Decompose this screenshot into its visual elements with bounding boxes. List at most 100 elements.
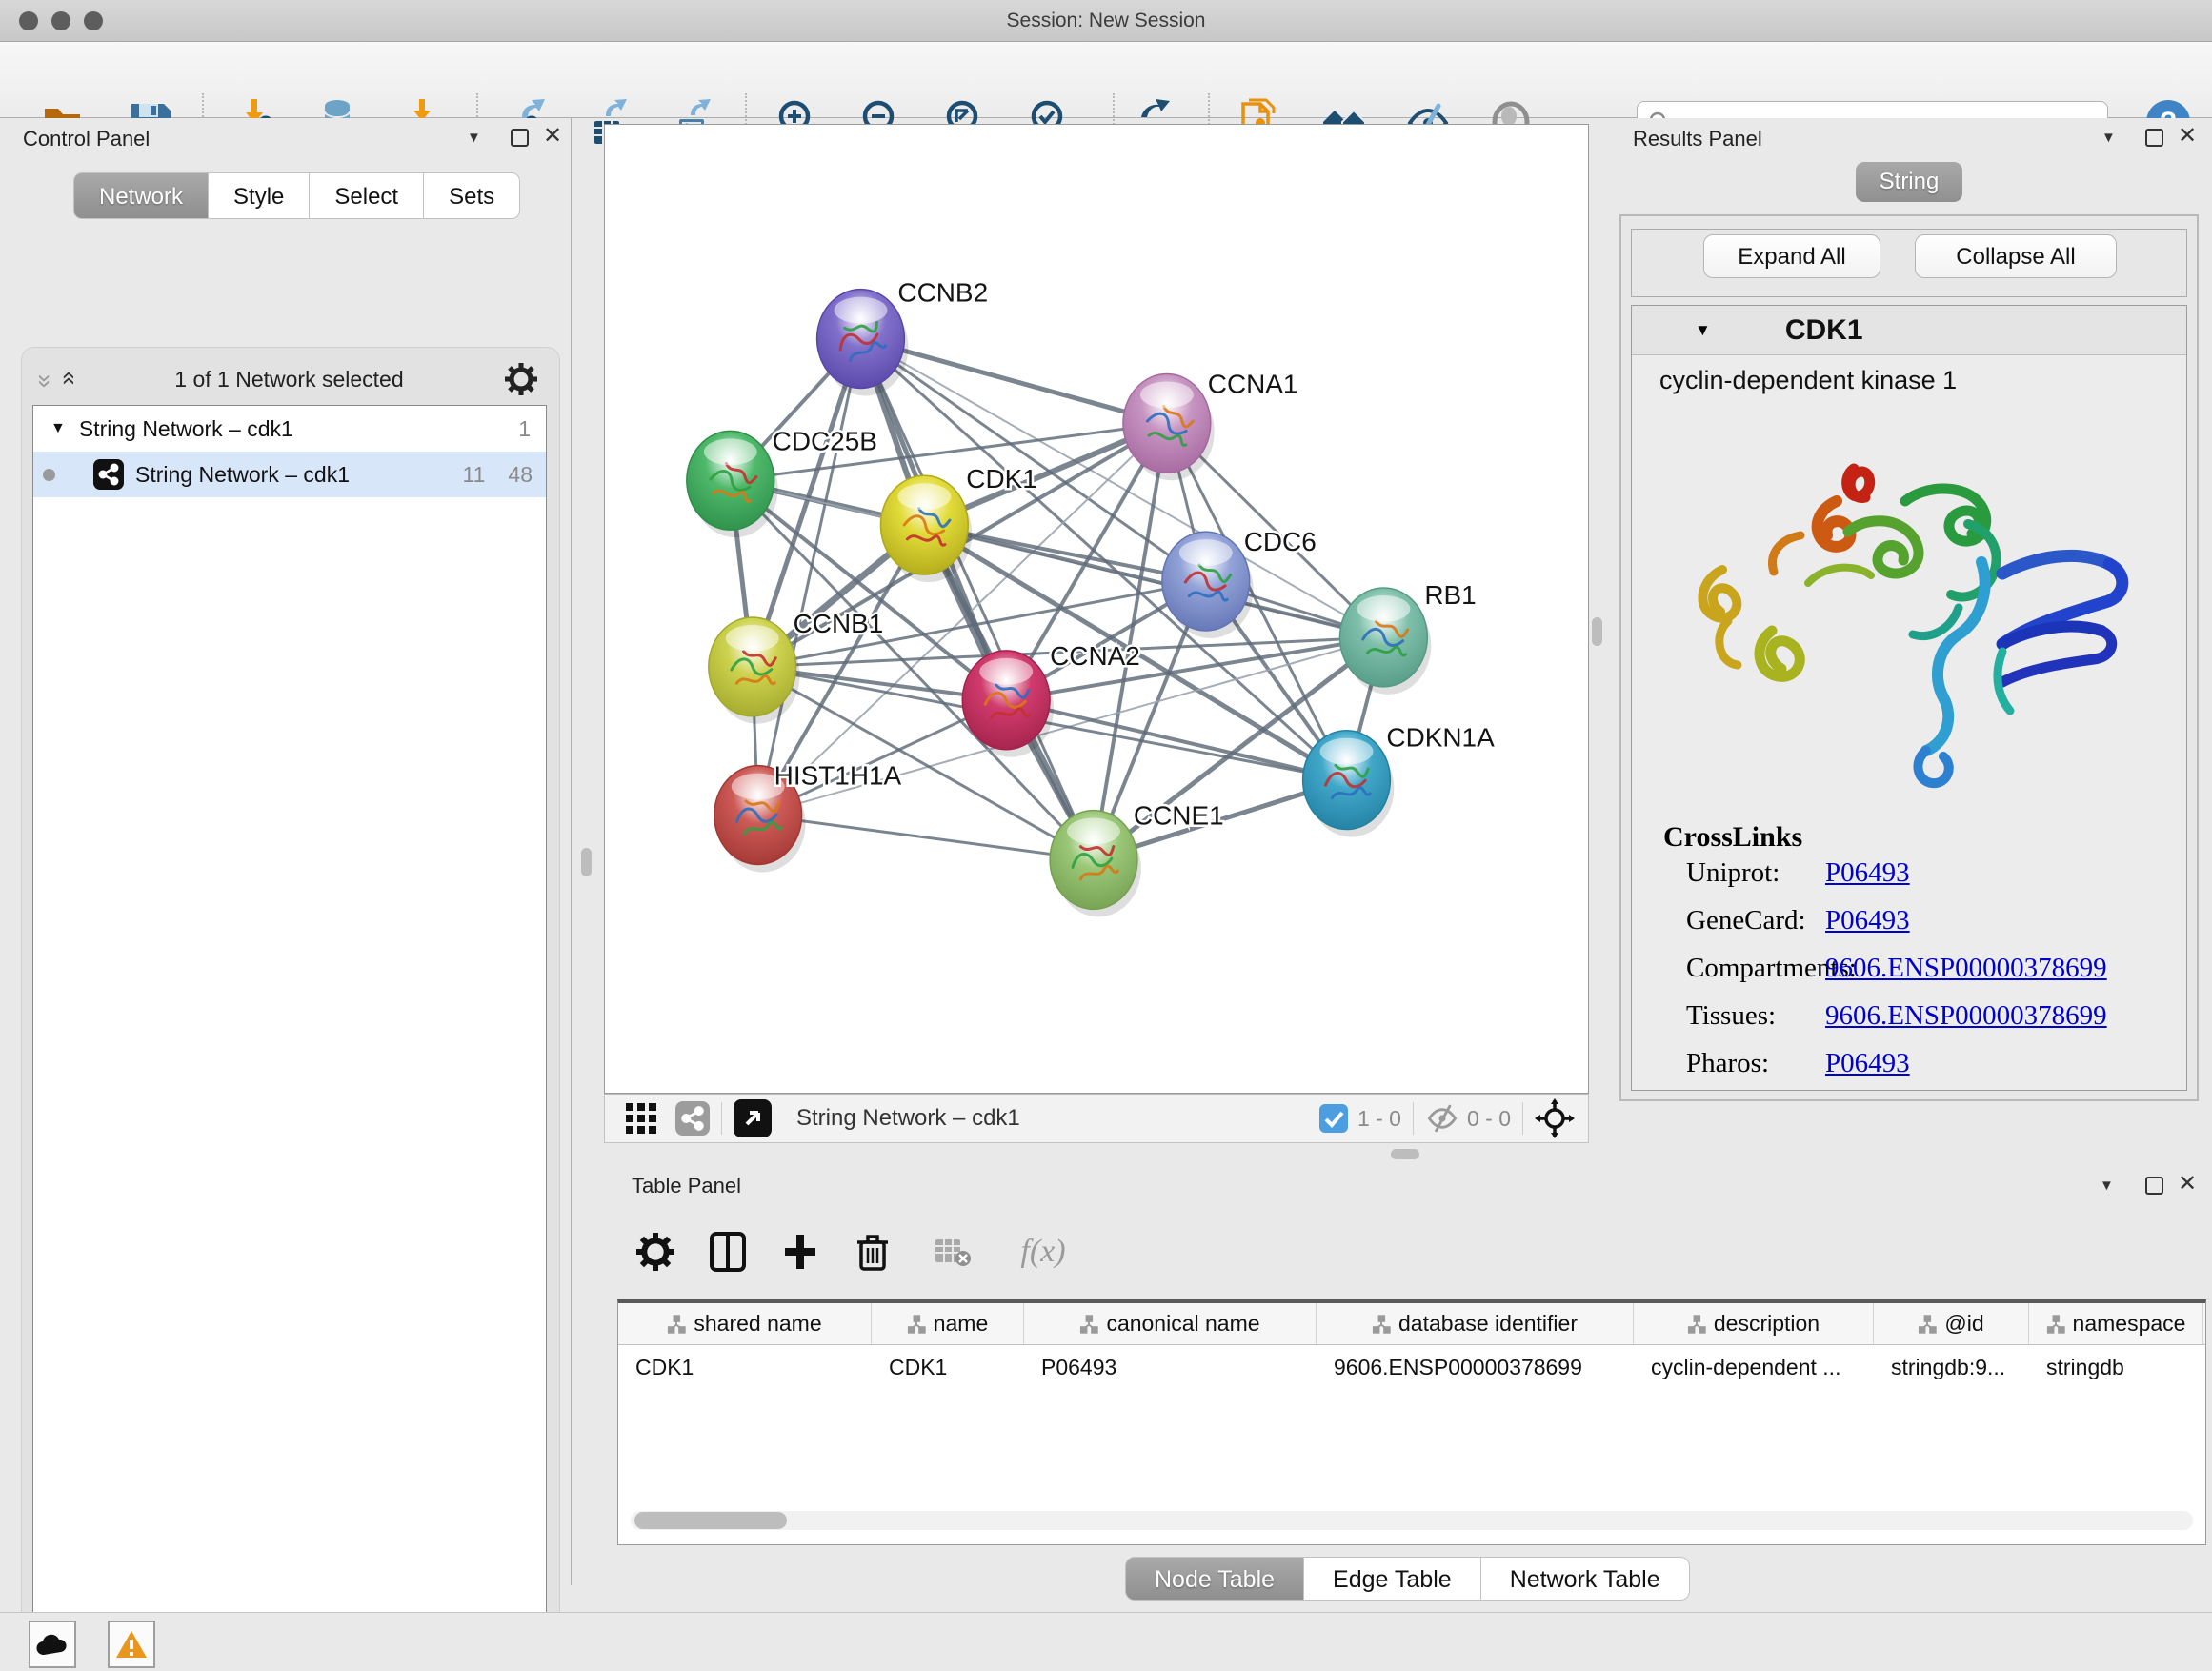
node-label-CDC6: CDC6 bbox=[1244, 527, 1317, 556]
node-CCNB1[interactable] bbox=[709, 617, 800, 724]
table-cell: CDK1 bbox=[618, 1345, 872, 1389]
collapse-all-button[interactable]: Collapse All bbox=[1915, 234, 2117, 278]
close-panel-icon[interactable]: ✕ bbox=[2178, 122, 2197, 150]
node-label-HIST1H1A: HIST1H1A bbox=[774, 761, 902, 791]
node-gloss bbox=[704, 438, 757, 465]
tab-node-table[interactable]: Node Table bbox=[1125, 1557, 1304, 1601]
collapse-panel-icon[interactable]: ▼ bbox=[2100, 1178, 2114, 1194]
column-header-label: shared name bbox=[694, 1311, 821, 1337]
column-header-@id[interactable]: @id bbox=[1874, 1303, 2029, 1344]
node-CCNA1[interactable] bbox=[1123, 373, 1215, 480]
column-header-database-identifier[interactable]: database identifier bbox=[1317, 1303, 1634, 1344]
crosslink-row: Pharos:P06493 bbox=[1686, 1048, 2182, 1079]
node-CDKN1A[interactable] bbox=[1303, 731, 1395, 837]
network-row[interactable]: String Network – cdk1 11 48 bbox=[33, 452, 546, 497]
float-panel-icon[interactable] bbox=[2145, 1177, 2163, 1195]
column-header-canonical-name[interactable]: canonical name bbox=[1024, 1303, 1317, 1344]
edge-CCNA2-CDKN1A[interactable] bbox=[1006, 700, 1346, 780]
splitter-handle[interactable] bbox=[1592, 617, 1602, 646]
pan-crosshair-icon[interactable] bbox=[1535, 1098, 1575, 1138]
node-gloss bbox=[1179, 539, 1233, 566]
edge-CCNB2-HIST1H1A[interactable] bbox=[758, 339, 861, 815]
node-gloss bbox=[979, 658, 1033, 685]
birdseye-view-icon[interactable] bbox=[734, 1099, 772, 1137]
close-panel-icon[interactable]: ✕ bbox=[543, 122, 562, 150]
edge-HIST1H1A-CCNE1[interactable] bbox=[758, 815, 1094, 860]
add-column-button[interactable] bbox=[772, 1223, 829, 1280]
section-expand-icon[interactable]: ▼ bbox=[1695, 321, 1711, 340]
table-row[interactable]: CDK1CDK1P064939606.ENSP00000378699cyclin… bbox=[618, 1345, 2205, 1389]
table-panel-tabs: Node TableEdge TableNetwork Table bbox=[1125, 1557, 1690, 1601]
node-RB1[interactable] bbox=[1339, 588, 1431, 695]
tab-select[interactable]: Select bbox=[310, 172, 424, 219]
node-label-RB1: RB1 bbox=[1424, 580, 1476, 610]
tab-network[interactable]: Network bbox=[73, 172, 209, 219]
column-header-namespace[interactable]: namespace bbox=[2029, 1303, 2203, 1344]
node-gloss bbox=[1140, 381, 1194, 408]
collection-label: String Network – cdk1 bbox=[79, 416, 293, 442]
table-settings-button[interactable] bbox=[627, 1223, 684, 1280]
node-CCNB2[interactable] bbox=[817, 290, 909, 396]
expand-all-icon[interactable]: » bbox=[53, 373, 83, 384]
results-panel-title: Results Panel bbox=[1633, 127, 1762, 151]
gear-icon[interactable] bbox=[505, 363, 537, 395]
node-gloss bbox=[1320, 738, 1374, 765]
crosslink-value[interactable]: 9606.ENSP00000378699 bbox=[1825, 953, 2107, 984]
status-bar: Memory bbox=[0, 1612, 2212, 1671]
control-panel: Control Panel ▼ ✕ NetworkStyleSelectSets… bbox=[0, 118, 572, 1585]
trash-icon bbox=[855, 1231, 891, 1273]
crosslink-value[interactable]: P06493 bbox=[1825, 857, 1910, 889]
delete-table-button[interactable] bbox=[924, 1223, 981, 1280]
node-CDC6[interactable] bbox=[1162, 532, 1254, 638]
crosslink-value[interactable]: P06493 bbox=[1825, 1048, 1910, 1079]
float-panel-icon[interactable] bbox=[511, 129, 529, 147]
node-CDC25B[interactable] bbox=[687, 431, 778, 537]
tab-style[interactable]: Style bbox=[209, 172, 310, 219]
network-canvas[interactable]: CCNB2CCNA1CDC25BCDK1CDC6RB1CCNB1CCNA2CDK… bbox=[604, 124, 1589, 1094]
network-view-icon[interactable] bbox=[675, 1101, 710, 1136]
splitter-handle[interactable] bbox=[1391, 1149, 1419, 1159]
node-count: 11 bbox=[463, 462, 486, 488]
expand-all-button[interactable]: Expand All bbox=[1703, 234, 1880, 278]
column-header-name[interactable]: name bbox=[872, 1303, 1024, 1344]
table-hscrollbar-thumb[interactable] bbox=[634, 1512, 787, 1529]
delete-column-button[interactable] bbox=[844, 1223, 901, 1280]
node-label-CDC25B: CDC25B bbox=[773, 426, 877, 455]
node-label-CCNA2: CCNA2 bbox=[1050, 641, 1140, 671]
network-collection-row[interactable]: ▼ String Network – cdk1 1 bbox=[33, 406, 546, 452]
node-gloss bbox=[1067, 818, 1120, 845]
show-columns-button[interactable] bbox=[699, 1223, 756, 1280]
crosslink-value[interactable]: P06493 bbox=[1825, 905, 1910, 936]
splitter-handle[interactable] bbox=[581, 848, 592, 876]
node-CCNA2[interactable] bbox=[962, 651, 1054, 757]
cloud-button[interactable] bbox=[29, 1621, 76, 1668]
close-panel-icon[interactable]: ✕ bbox=[2178, 1170, 2197, 1198]
window-title: Session: New Session bbox=[0, 0, 2212, 42]
tree-expand-icon[interactable]: ▼ bbox=[50, 420, 66, 437]
node-gloss bbox=[1357, 595, 1410, 622]
node-CDK1[interactable] bbox=[880, 475, 972, 582]
tab-network-table[interactable]: Network Table bbox=[1481, 1557, 1690, 1601]
collapse-panel-icon[interactable]: ▼ bbox=[467, 130, 481, 146]
node-CCNE1[interactable] bbox=[1050, 811, 1141, 917]
tab-edge-table[interactable]: Edge Table bbox=[1304, 1557, 1481, 1601]
tab-string[interactable]: String bbox=[1856, 162, 1962, 202]
column-header-label: description bbox=[1714, 1311, 1820, 1337]
collapse-panel-icon[interactable]: ▼ bbox=[2101, 130, 2116, 146]
column-header-shared-name[interactable]: shared name bbox=[618, 1303, 872, 1344]
gene-section-header[interactable]: ▼ CDK1 bbox=[1632, 306, 2186, 355]
warnings-button[interactable] bbox=[108, 1621, 155, 1668]
float-panel-icon[interactable] bbox=[2145, 129, 2163, 147]
function-builder-button[interactable]: f(x) bbox=[1000, 1223, 1086, 1280]
tab-sets[interactable]: Sets bbox=[424, 172, 520, 219]
column-header-label: @id bbox=[1944, 1311, 1983, 1337]
crosslink-value[interactable]: 9606.ENSP00000378699 bbox=[1825, 1000, 2107, 1032]
crosslink-label: Uniprot: bbox=[1686, 857, 1825, 889]
cloud-icon bbox=[35, 1632, 70, 1657]
selected-checkbox-icon[interactable] bbox=[1319, 1104, 1348, 1133]
grid-view-icon[interactable] bbox=[624, 1101, 658, 1136]
column-header-description[interactable]: description bbox=[1634, 1303, 1874, 1344]
hidden-counts: 0 - 0 bbox=[1467, 1106, 1511, 1132]
table-hscrollbar-track[interactable] bbox=[631, 1511, 2193, 1530]
collection-count: 1 bbox=[518, 416, 531, 442]
